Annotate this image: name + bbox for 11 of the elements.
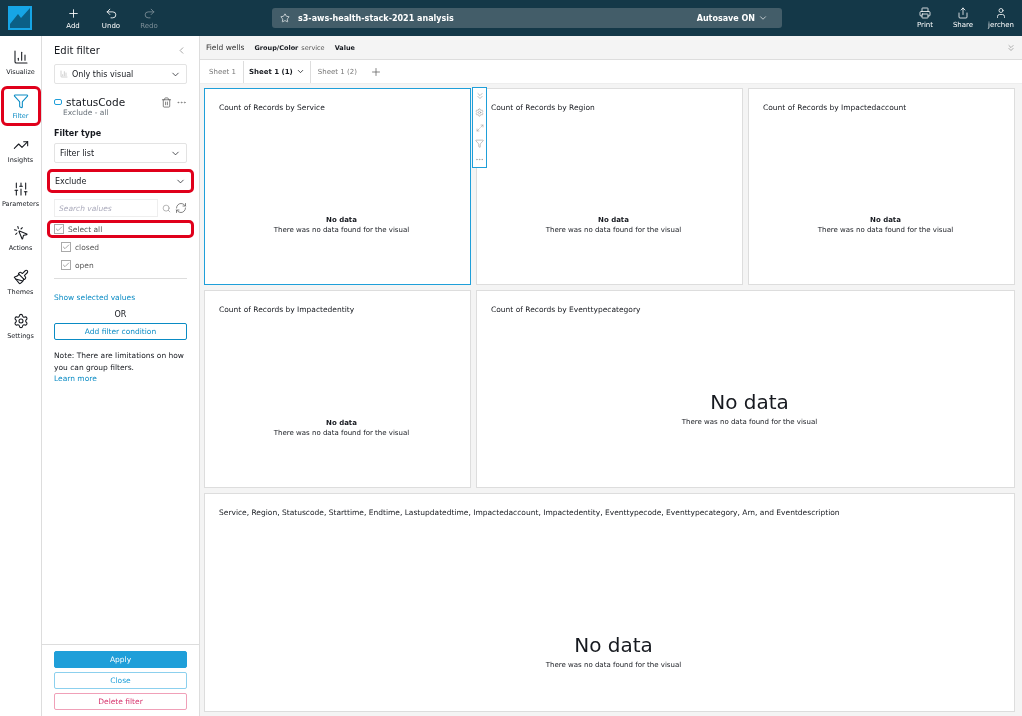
no-data-heading: No data — [574, 633, 653, 657]
no-data-heading: No data — [710, 389, 789, 414]
filter-type-dropdown[interactable]: Filter list — [54, 143, 187, 163]
panel-title: Edit filter — [54, 44, 100, 56]
or-divider: OR — [113, 310, 128, 319]
scope-dropdown[interactable]: Only this visual — [54, 64, 187, 84]
field-name: statusCode — [66, 96, 126, 108]
analysis-title: s3-aws-health-stack-2021 analysis — [298, 13, 455, 23]
exclude-dropdown[interactable]: Exclude — [47, 169, 194, 193]
autosave-dropdown[interactable]: Autosave ON — [690, 12, 774, 24]
filter-type-label: Filter type — [54, 129, 103, 138]
